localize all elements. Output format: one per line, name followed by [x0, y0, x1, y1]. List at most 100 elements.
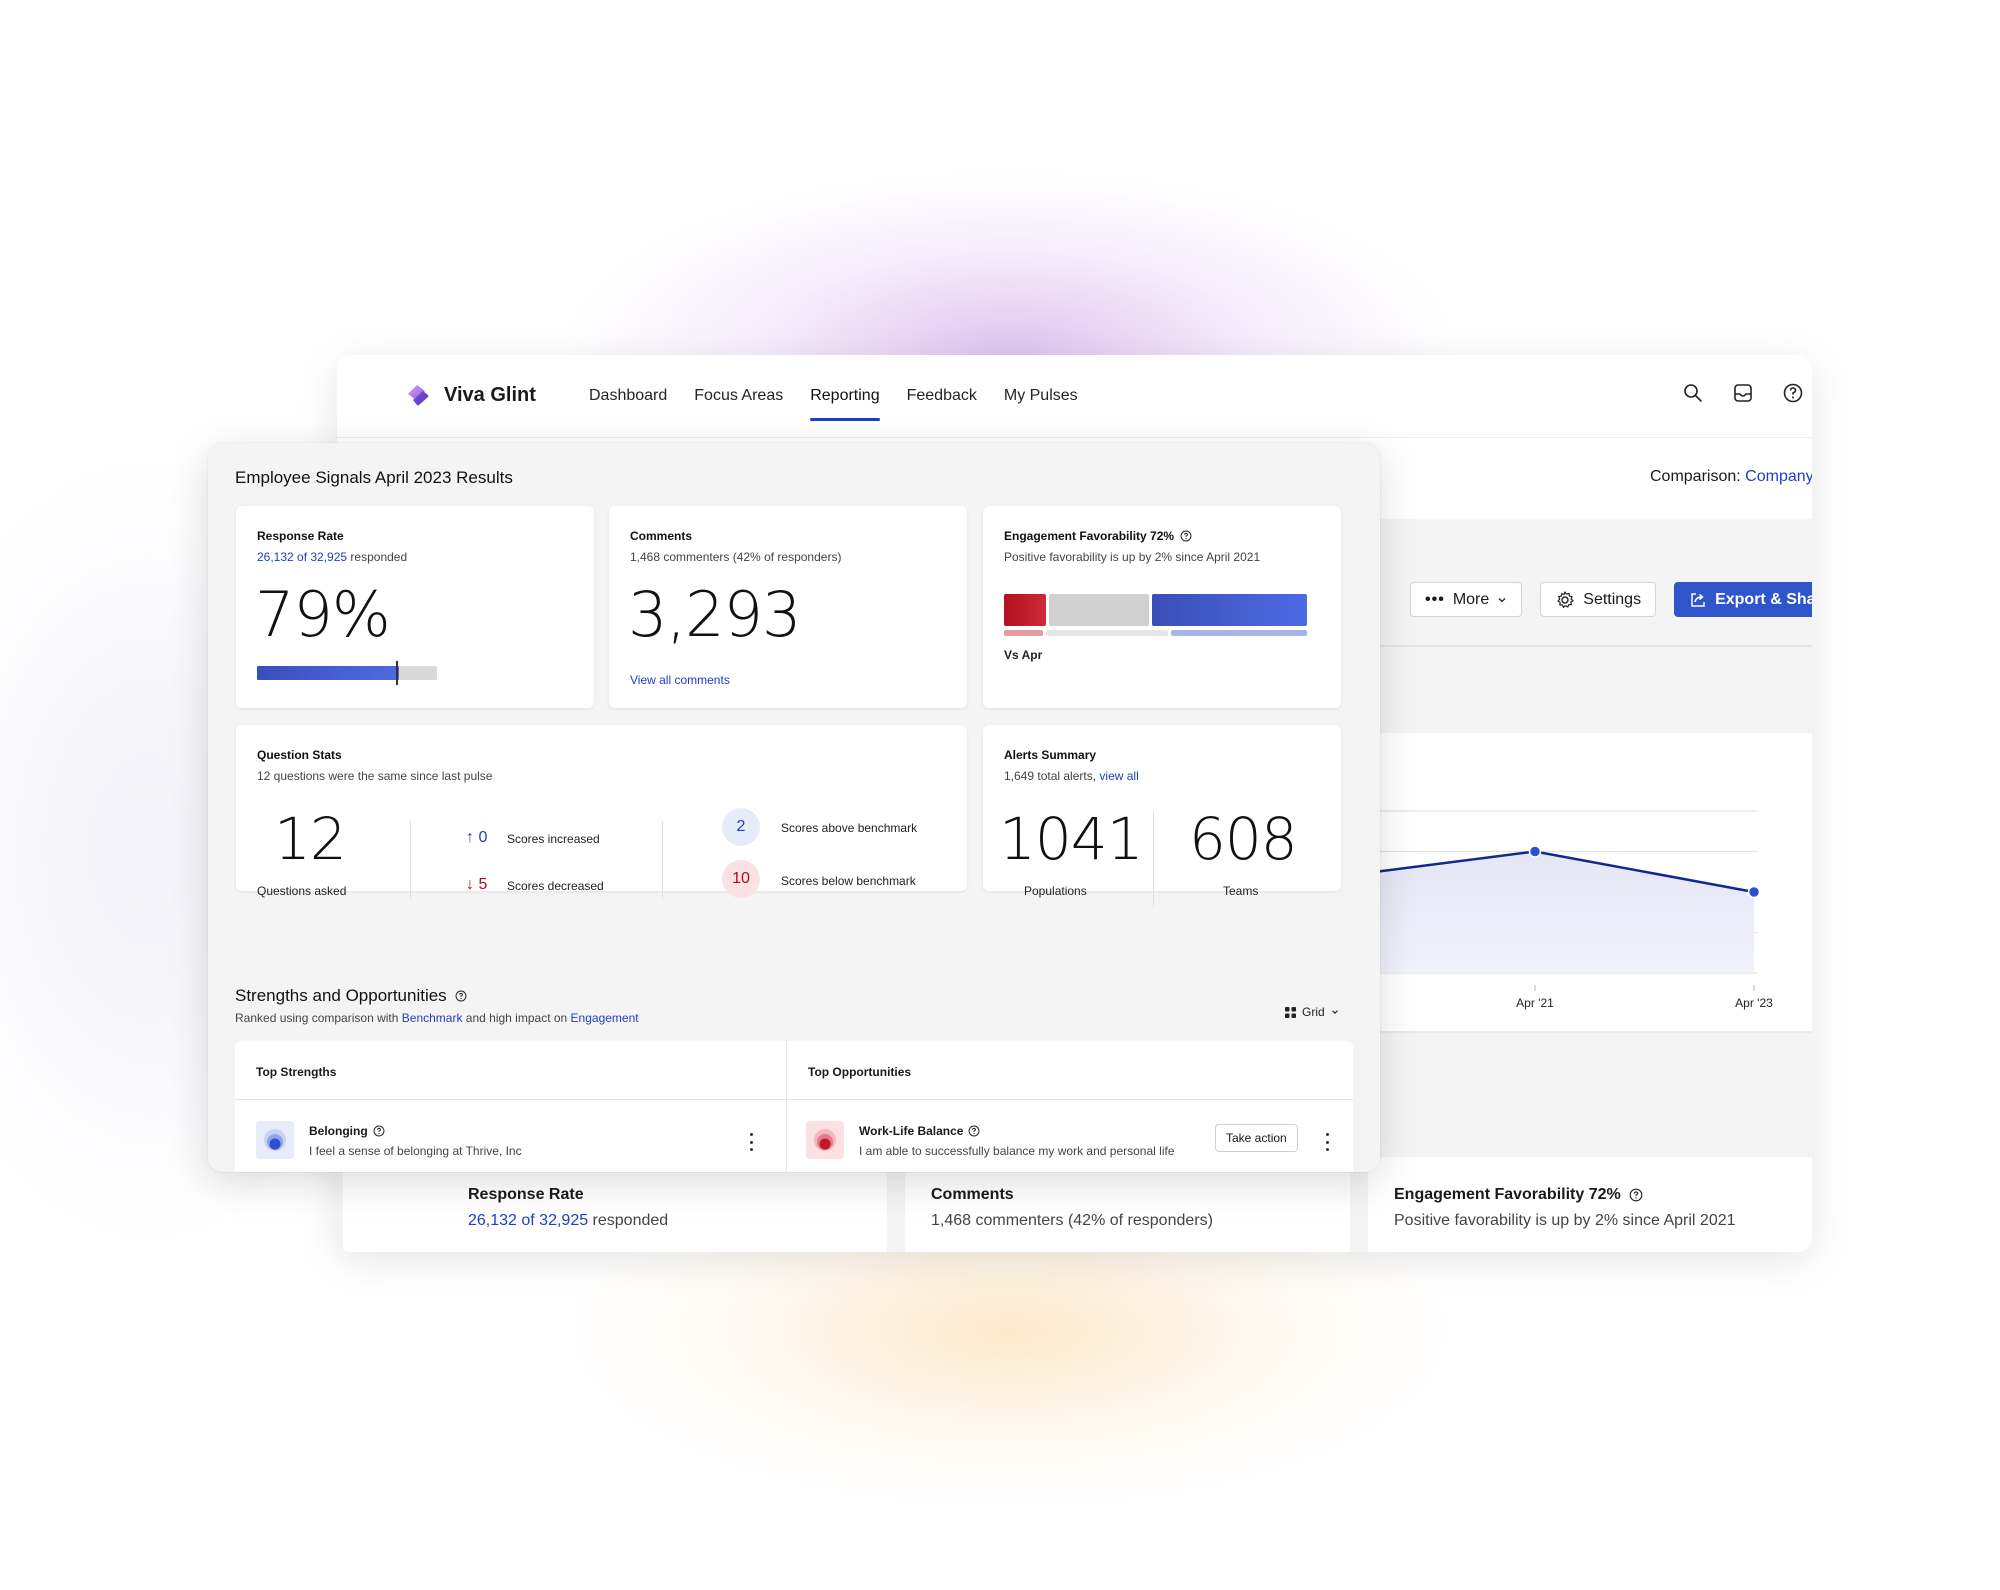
arrow-down-icon: ↓	[466, 876, 474, 893]
scores-increased-label: Scores increased	[507, 832, 600, 846]
benchmark-link[interactable]: Benchmark	[402, 1011, 463, 1025]
comparison-label: Vs Apr	[1004, 648, 1043, 662]
more-options-icon[interactable]	[1322, 1133, 1332, 1151]
view-all-alerts-link[interactable]: view all	[1099, 769, 1138, 783]
response-rate-marker	[395, 661, 398, 685]
above-benchmark-badge: 2	[722, 808, 760, 846]
item-title: Belonging	[309, 1124, 385, 1138]
inbox-icon[interactable]	[1732, 382, 1754, 404]
trend-point[interactable]	[1747, 885, 1761, 899]
ellipsis-icon: •••	[1425, 590, 1445, 608]
column-header: Top Opportunities	[808, 1065, 912, 1079]
nav-focus-areas[interactable]: Focus Areas	[694, 355, 783, 437]
export-share-button[interactable]: Export & Share	[1674, 582, 1812, 617]
comments-count: 3,293	[628, 578, 801, 651]
section-title-text: Strengths and Opportunities	[235, 986, 447, 1005]
responded-suffix: responded	[347, 550, 408, 564]
populations-value: 1041	[999, 805, 1144, 873]
divider	[410, 821, 411, 899]
card-title: Comments	[630, 529, 693, 543]
share-icon	[1691, 592, 1705, 607]
section-title: Strengths and Opportunities	[235, 986, 467, 1006]
response-rate-card[interactable]: Response Rate 26,132 of 32,925 responded…	[236, 506, 594, 708]
questions-asked-value: 12	[274, 805, 347, 873]
take-action-button[interactable]: Take action	[1215, 1124, 1298, 1152]
gear-icon	[1557, 590, 1574, 608]
scores-increased-value: ↑ 0	[466, 829, 487, 847]
teams-value: 608	[1189, 805, 1298, 873]
help-icon[interactable]	[1782, 382, 1804, 404]
settings-button[interactable]: Settings	[1540, 582, 1657, 617]
item-title-text: Belonging	[309, 1124, 368, 1138]
engagement-link[interactable]: Engagement	[571, 1011, 639, 1025]
trend-point[interactable]	[1528, 845, 1542, 858]
card-subtitle: 1,468 commenters (42% of responders)	[931, 1212, 1213, 1229]
view-all-comments-link[interactable]: View all comments	[630, 673, 730, 687]
top-navigation: Viva Glint Dashboard Focus Areas Reporti…	[337, 355, 1812, 437]
more-button[interactable]: ••• More	[1410, 582, 1523, 617]
more-options-icon[interactable]	[746, 1133, 756, 1151]
top-opportunities-column: Top Opportunities Work-Life Balance I am…	[787, 1041, 1353, 1172]
more-label: More	[1452, 590, 1490, 608]
nav-reporting[interactable]: Reporting	[810, 355, 880, 437]
comparison-selector[interactable]: Comparison: Company .	[1650, 468, 1812, 486]
questions-asked-label: Questions asked	[257, 884, 347, 898]
card-title: Engagement Favorability 72%	[1004, 529, 1192, 543]
nav-dashboard[interactable]: Dashboard	[589, 355, 667, 437]
card-title: Comments	[931, 1186, 1014, 1203]
favorability-bar	[1004, 594, 1307, 626]
card-subtitle: Positive favorability is up by 2% since …	[1004, 550, 1261, 564]
help-icon[interactable]	[1180, 530, 1192, 542]
responded-count[interactable]: 26,132 of 32,925	[468, 1212, 588, 1229]
work-life-balance-icon	[806, 1121, 844, 1159]
view-toggle[interactable]: Grid	[1285, 1005, 1339, 1019]
comments-card[interactable]: Comments 1,468 commenters (42% of respon…	[609, 506, 967, 708]
nav-my-pulses[interactable]: My Pulses	[1004, 355, 1078, 437]
grid-icon	[1285, 1006, 1296, 1018]
card-subtitle: 1,468 commenters (42% of responders)	[630, 550, 842, 564]
subtitle-mid: and high impact on	[462, 1011, 571, 1025]
engagement-favorability-card[interactable]: Engagement Favorability 72% Positive fav…	[983, 506, 1341, 708]
nav-icon-group	[1682, 382, 1812, 404]
card-title: Engagement Favorability 72%	[1394, 1186, 1643, 1204]
settings-label: Settings	[1583, 590, 1642, 608]
panel-title: Employee Signals April 2023 Results	[235, 468, 513, 487]
increased-count: 0	[478, 829, 488, 846]
card-subtitle: 26,132 of 32,925 responded	[257, 550, 407, 564]
response-rate-value: 79%	[255, 578, 391, 651]
scores-decreased-value: ↓ 5	[466, 876, 487, 894]
summary-card-engagement: Engagement Favorability 72% Positive fav…	[1368, 1157, 1812, 1252]
help-icon[interactable]	[968, 1125, 980, 1137]
scores-decreased-label: Scores decreased	[507, 879, 604, 893]
header-divider	[787, 1099, 1353, 1100]
populations-label: Populations	[1024, 884, 1087, 898]
help-icon[interactable]	[373, 1125, 385, 1137]
above-benchmark-label: Scores above benchmark	[781, 821, 918, 835]
results-panel: Employee Signals April 2023 Results Resp…	[208, 443, 1380, 1172]
card-title: Response Rate	[468, 1186, 584, 1203]
search-icon[interactable]	[1682, 382, 1704, 404]
comparison-value[interactable]: Company .	[1745, 468, 1812, 485]
viva-glint-logo-icon	[408, 385, 429, 406]
item-subtitle: I am able to successfully balance my wor…	[859, 1144, 1175, 1158]
divider	[1153, 811, 1154, 907]
view-toggle-label: Grid	[1302, 1005, 1325, 1019]
card-title: Response Rate	[257, 529, 344, 543]
total-alerts: 1,649 total alerts,	[1004, 769, 1097, 783]
alerts-summary-card: Alerts Summary 1,649 total alerts, view …	[983, 725, 1341, 907]
chevron-down-icon	[1331, 1010, 1338, 1014]
item-title-text: Work-Life Balance	[859, 1124, 964, 1138]
nav-feedback[interactable]: Feedback	[907, 355, 977, 437]
below-benchmark-label: Scores below benchmark	[781, 874, 916, 888]
help-icon[interactable]	[455, 990, 467, 1002]
subtitle-prefix: Ranked using comparison with	[235, 1011, 402, 1025]
main-nav: Dashboard Focus Areas Reporting Feedback…	[589, 355, 1078, 437]
favorability-segment-favorable	[1170, 630, 1307, 636]
app-logo[interactable]: Viva Glint	[404, 381, 536, 409]
favorability-segment-unfavorable	[1004, 594, 1047, 626]
responded-count[interactable]: 26,132 of 32,925	[257, 550, 347, 564]
favorability-segment-unfavorable	[1004, 630, 1044, 636]
card-title-text: Engagement Favorability 72%	[1394, 1186, 1621, 1203]
x-tick-label: Apr '21	[1516, 996, 1554, 1010]
help-icon[interactable]	[1629, 1188, 1643, 1202]
